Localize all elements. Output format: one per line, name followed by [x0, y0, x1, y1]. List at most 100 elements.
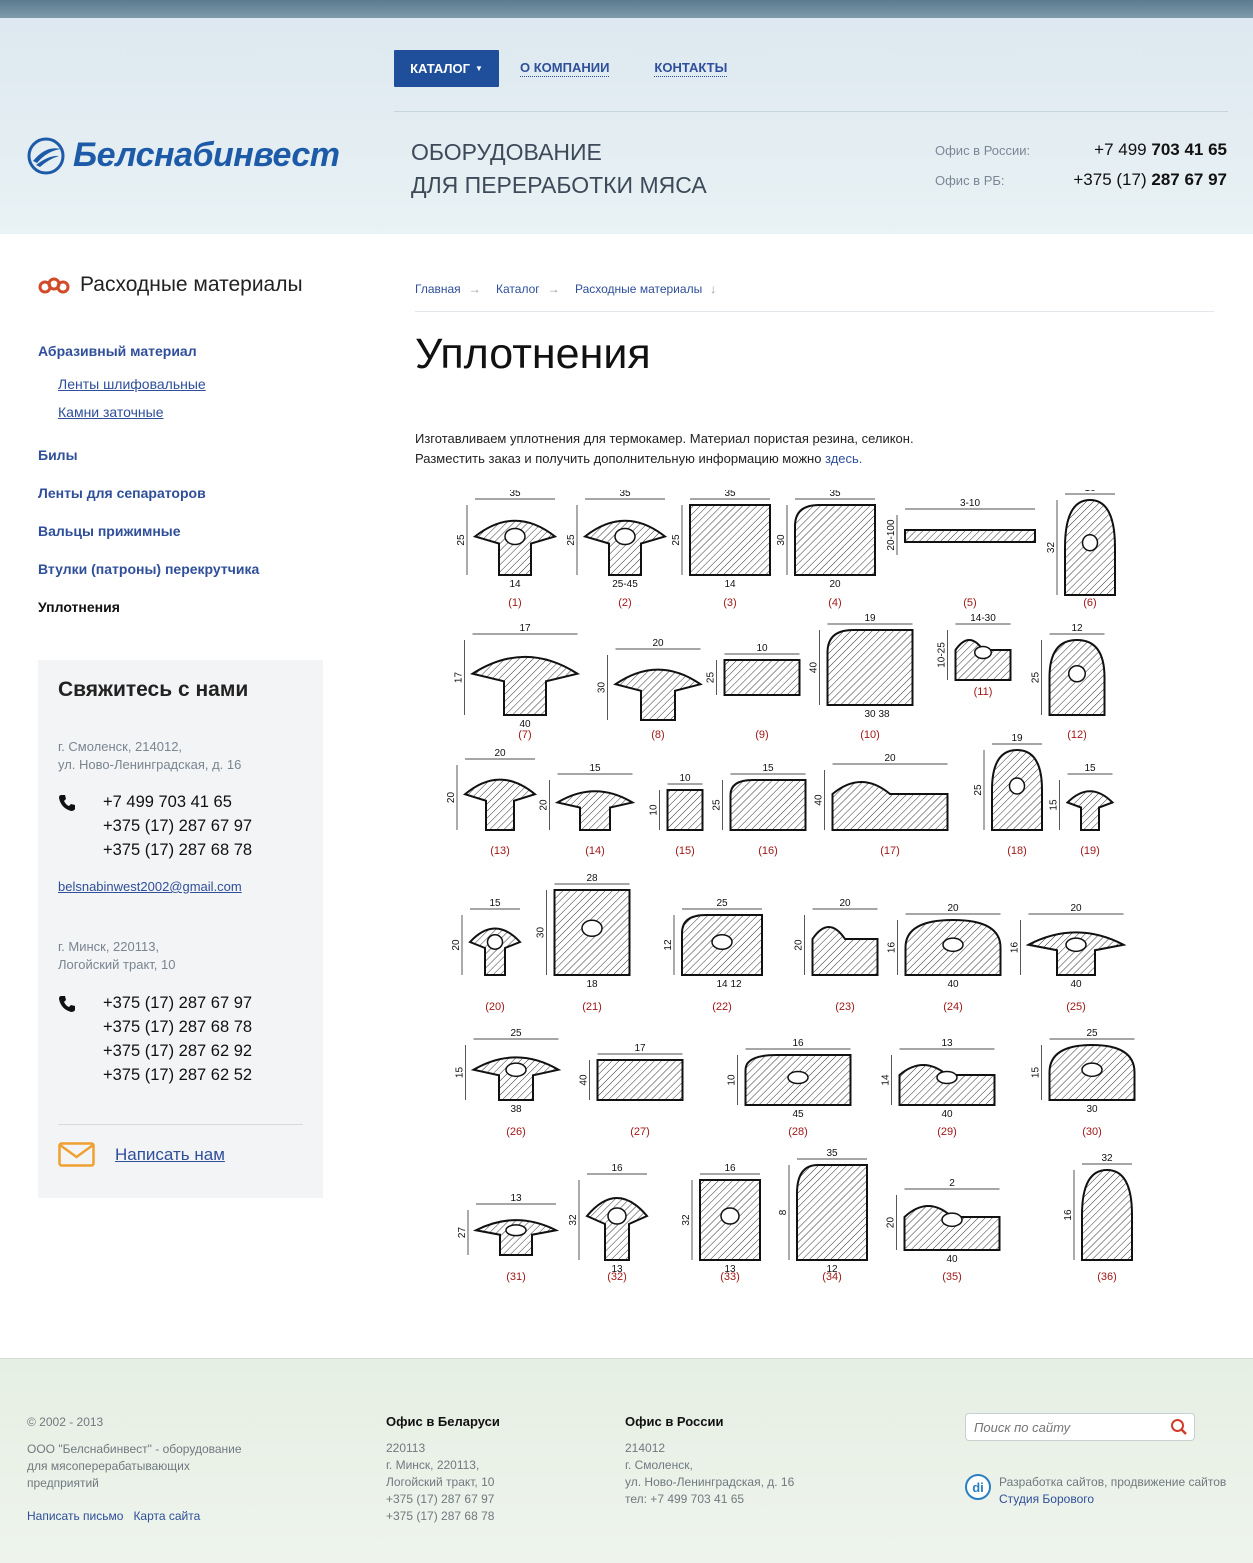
site-search — [965, 1413, 1195, 1441]
profile-number-label: (4) — [828, 597, 841, 609]
company-line: ООО "Белснабинвест" - оборудование — [27, 1442, 242, 1456]
nav-catalog-button[interactable]: КАТАЛОГ ▼ — [394, 50, 499, 87]
breadcrumb-catalog[interactable]: Каталог — [496, 282, 540, 296]
dimension-label: 32 — [681, 1214, 692, 1226]
phone-number: +375 (17) 287 68 78 — [103, 1018, 253, 1036]
profile-hollow — [581, 919, 603, 937]
contact-divider — [58, 1124, 303, 1125]
phone-belarus: Офис в РБ: +375 (17) 287 67 97 — [935, 170, 1227, 200]
company-line: предприятий — [27, 1476, 99, 1490]
dimension-label: 18 — [586, 979, 598, 990]
dimension-label: 25 — [566, 534, 577, 546]
footer-line: г. Минск, 220113, — [386, 1458, 480, 1472]
sidebar-item-bushings[interactable]: Втулки (патроны) перекрутчика — [38, 550, 323, 588]
dimension-label: 20 — [1070, 903, 1082, 914]
profile-hollow — [711, 934, 733, 950]
tagline: ОБОРУДОВАНИЕ ДЛЯ ПЕРЕРАБОТКИ МЯСА — [411, 136, 707, 202]
dimension-label: 28 — [586, 873, 598, 884]
dimension-label: 2 — [949, 1178, 955, 1189]
profile-number-label: (25) — [1066, 1001, 1086, 1013]
arrow-right-icon: → — [547, 282, 560, 296]
profile-body — [469, 656, 581, 716]
dimension-label: 20 — [829, 579, 841, 590]
profile-hollow — [486, 934, 504, 950]
profile-body — [794, 504, 876, 576]
logo[interactable]: Белснабинвест — [27, 136, 340, 175]
header-phones: Офис в России: +7 499 703 41 65 Офис в Р… — [935, 140, 1227, 200]
seal-profile-34: 35812(34) — [778, 1148, 868, 1283]
profile-number-label: (36) — [1097, 1271, 1117, 1283]
arrow-down-icon[interactable]: ↓ — [710, 282, 716, 296]
sidebar-item-rollers[interactable]: Вальцы прижимные — [38, 512, 323, 550]
nav-contacts-link[interactable]: КОНТАКТЫ — [654, 60, 728, 77]
phone-icon — [59, 996, 75, 1012]
seal-profile-22: 251214 12(22) — [663, 898, 763, 1013]
dimension-label: 35 — [826, 1148, 838, 1159]
dimension-label: 16 — [887, 942, 898, 954]
breadcrumb-home[interactable]: Главная — [415, 282, 461, 296]
contact-email-link[interactable]: belsnabinwest2002@gmail.com — [58, 879, 242, 894]
breadcrumb-consumables[interactable]: Расходные материалы — [575, 282, 702, 296]
sitemap-link[interactable]: Карта сайта — [133, 1509, 200, 1523]
profile-body — [554, 790, 636, 831]
dimension-label: 13 — [941, 1038, 953, 1049]
intro-text: Изготавливаем уплотнения для термокамер.… — [415, 429, 914, 469]
seal-profile-17: 20 40 (17) — [814, 753, 949, 857]
profile-number-label: (18) — [1007, 845, 1027, 857]
address-line: г. Минск, 220113, — [58, 939, 160, 954]
seal-profile-14: 15 20 (14) — [539, 763, 636, 857]
sidebar-menu: Абразивный материал Ленты шлифовальные К… — [38, 332, 323, 626]
sidebar-item-abrasive[interactable]: Абразивный материал — [38, 332, 323, 370]
studio-credit: di Разработка сайтов, продвижение сайтов… — [965, 1474, 1226, 1508]
sidebar-item-bily[interactable]: Билы — [38, 436, 323, 474]
order-here-link[interactable]: здесь. — [825, 451, 862, 466]
dimension-label: 10 — [679, 773, 691, 784]
profile-body — [666, 789, 704, 831]
profile-body — [831, 781, 949, 831]
seal-profile-32: 163213(32) — [568, 1163, 649, 1283]
envelope-icon — [58, 1142, 95, 1167]
studio-link[interactable]: Студия Борового — [999, 1492, 1094, 1506]
profile-hollow — [505, 1224, 527, 1237]
search-input[interactable] — [966, 1414, 1156, 1440]
profile-number-label: (16) — [758, 845, 778, 857]
tagline-line-1: ОБОРУДОВАНИЕ — [411, 139, 602, 165]
profile-number-label: (32) — [607, 1271, 627, 1283]
write-us-link[interactable]: Написать нам — [58, 1142, 225, 1167]
dimension-label: 25 — [706, 672, 717, 684]
top-bar — [0, 0, 1253, 18]
profile-number-label: (11) — [974, 686, 993, 698]
dimension-label: 13 — [510, 1193, 522, 1204]
dimension-label: 17 — [634, 1043, 646, 1054]
profile-hollow — [720, 1207, 740, 1225]
profile-number-label: (7) — [518, 729, 531, 741]
address-line: г. Смоленск, 214012, — [58, 739, 183, 754]
breadcrumb: Главная → Каталог → Расходные материалы ↓ — [415, 282, 728, 296]
sidebar-item-grinding-belts[interactable]: Ленты шлифовальные — [38, 370, 323, 398]
footer-office-russia: Офис в России 214012 г. Смоленск, ул. Но… — [625, 1413, 845, 1508]
dimension-label: 19 — [864, 613, 876, 624]
header-divider — [394, 111, 1228, 112]
sidebar: Расходные материалы Абразивный материал … — [38, 270, 323, 626]
profile-hollow — [1008, 777, 1026, 795]
sidebar-item-separator-belts[interactable]: Ленты для сепараторов — [38, 474, 323, 512]
sidebar-item-sharpening-stones[interactable]: Камни заточные — [38, 398, 323, 426]
dimension-label: 32 — [568, 1214, 579, 1226]
seal-profile-20: 15 20 (20) — [451, 898, 522, 1013]
seal-profiles-drawing: 352514(1)352525-45(2)352514(3)353020(4)3… — [446, 490, 1136, 1283]
footer-col-title: Офис в Беларуси — [386, 1414, 500, 1429]
write-letter-link[interactable]: Написать письмо — [27, 1509, 123, 1523]
dimension-label: 32 — [1101, 1153, 1113, 1164]
profile-number-label: (5) — [963, 597, 976, 609]
search-icon[interactable] — [1170, 1418, 1188, 1436]
dimension-label: 30 — [597, 682, 608, 694]
dimension-label: 25 — [456, 534, 467, 546]
dimension-label: 25 — [510, 1028, 522, 1039]
address-line: ул. Ново-Ленинградская, д. 16 — [58, 757, 242, 772]
dimension-label: 20 — [839, 898, 851, 909]
nav-about-link[interactable]: О КОМПАНИИ — [520, 60, 610, 77]
profile-number-label: (9) — [755, 729, 768, 741]
sidebar-item-seals[interactable]: Уплотнения — [38, 588, 323, 626]
dimension-label: 20 — [884, 753, 896, 764]
footer-office-belarus: Офис в Беларуси 220113 г. Минск, 220113,… — [386, 1413, 586, 1525]
